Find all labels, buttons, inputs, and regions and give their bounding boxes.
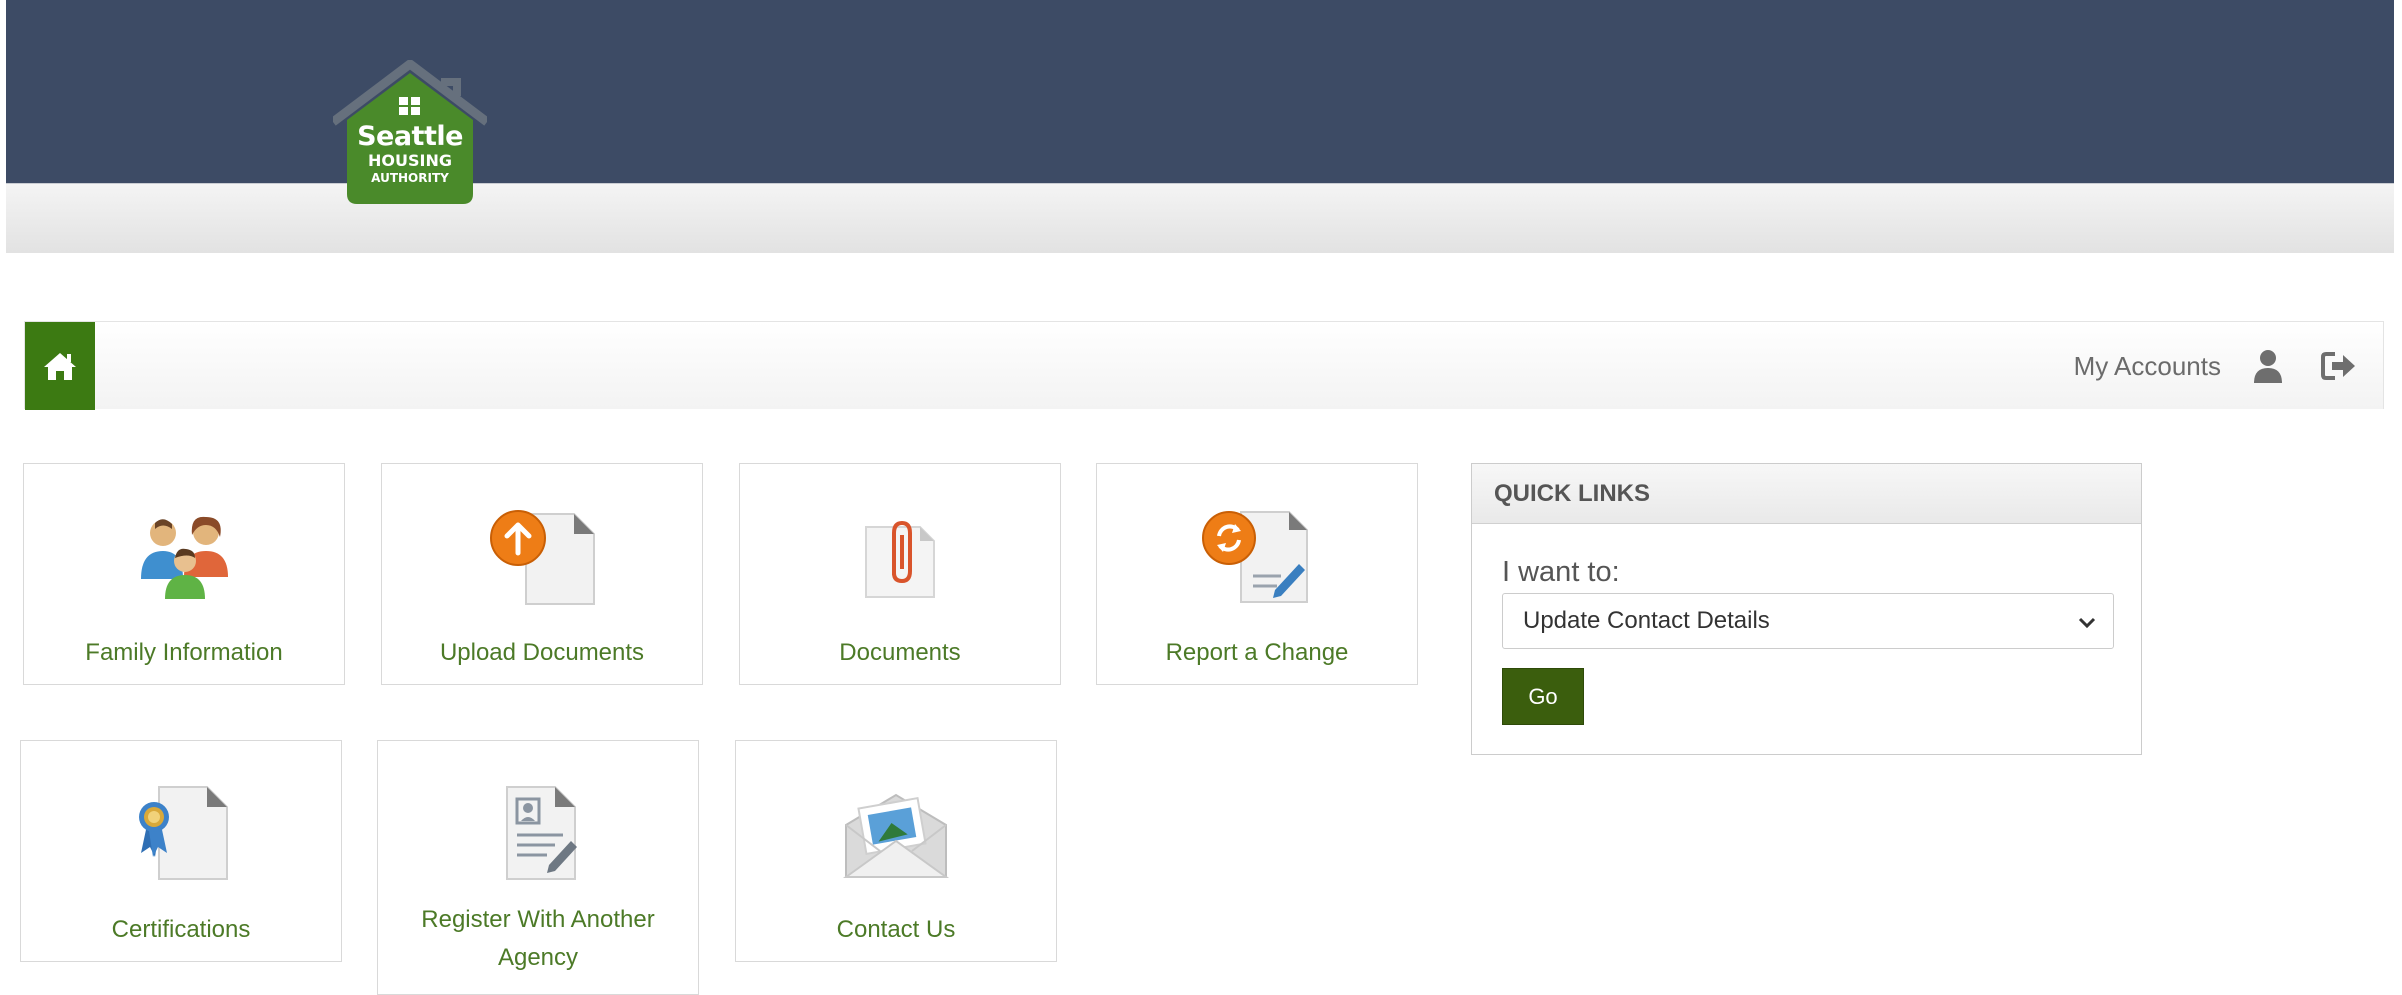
tile-contact-us[interactable]: Contact Us [735,740,1057,962]
home-button[interactable] [25,322,95,410]
tile-upload-documents[interactable]: Upload Documents [381,463,703,685]
quick-links-title: QUICK LINKS [1472,464,2141,524]
quick-links-selected-option: Update Contact Details [1523,607,1770,634]
report-change-icon [1097,506,1417,606]
envelope-icon [736,783,1056,883]
tile-label: Report a Change [1165,639,1349,666]
tile-documents[interactable]: Documents [739,463,1061,685]
tile-label: Register With Another Agency [421,906,655,971]
home-icon [44,353,76,380]
quick-links-panel: QUICK LINKS I want to: Update Contact De… [1471,463,2142,755]
user-icon[interactable] [2253,349,2283,383]
tile-label: Upload Documents [439,639,645,666]
tile-certifications[interactable]: Certifications [20,740,342,962]
logout-icon[interactable] [2321,350,2357,382]
tile-family-information[interactable]: Family Information [23,463,345,685]
tile-report-a-change[interactable]: Report a Change [1096,463,1418,685]
quick-links-prompt: I want to: [1502,556,1620,588]
tile-label: Family Information [85,639,283,666]
tile-label: Certifications [111,916,251,943]
logo-text-seattle: Seattle [357,121,463,152]
upload-document-icon [382,506,702,606]
go-button[interactable]: Go [1502,668,1584,725]
register-form-icon [378,783,698,883]
tile-label: Contact Us [836,916,956,943]
family-icon [24,506,344,606]
quick-links-select[interactable]: Update Contact Details [1502,593,2114,649]
logo-text-housing: HOUSING [368,151,452,170]
certificate-icon [21,783,341,883]
seattle-housing-authority-logo[interactable]: Seattle HOUSING AUTHORITY [333,60,487,206]
paperclip-document-icon [740,506,1060,606]
tile-label: Documents [839,639,961,666]
tile-register-with-another-agency[interactable]: Register With Another Agency [377,740,699,995]
my-accounts-link[interactable]: My Accounts [2074,351,2221,382]
chevron-down-icon [2077,612,2097,640]
nav-right-group: My Accounts [2074,322,2357,410]
logo-text-authority: AUTHORITY [371,171,449,185]
top-nav-bar: My Accounts [24,321,2384,410]
